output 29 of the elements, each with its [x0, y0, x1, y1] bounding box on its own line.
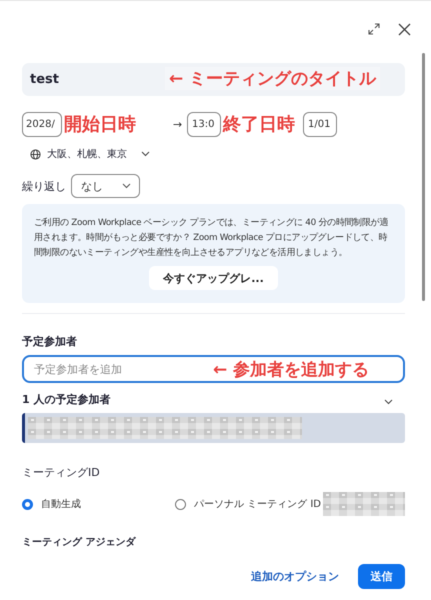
- attendee-count-label: 1 人の予定参加者: [22, 392, 110, 408]
- annotation-label: ← ミーティングのタイトル: [165, 67, 380, 90]
- radio-label[interactable]: パーソナル ミーティング ID: [194, 497, 321, 511]
- start-date-field[interactable]: 2028/: [22, 112, 62, 137]
- timezone-dropdown[interactable]: 大阪、札幌、東京: [47, 147, 135, 161]
- annotation-label: 開始日時: [64, 113, 137, 137]
- plan-notice-text: ご利用の Zoom Workplace ベーシック プランでは、ミーティングに 40 分の時間制限が適用されます。時間がもっと必要ですか？ Zoom Workplace プロにアップグレードして、時間制限のないミーティングや生産性を向上させるアプリなどを活用しましょう。: [34, 216, 389, 260]
- chevron-down-icon[interactable]: [384, 399, 393, 405]
- chevron-down-icon: [122, 183, 131, 189]
- section-label: ミーティングID: [22, 465, 101, 481]
- repeat-label: 繰り返し: [22, 178, 66, 194]
- chevron-down-icon[interactable]: [141, 151, 150, 157]
- additional-options-link[interactable]: 追加のオプション: [251, 569, 339, 584]
- send-button[interactable]: 送信: [358, 564, 405, 589]
- close-icon[interactable]: [398, 22, 411, 36]
- end-date-field[interactable]: 1/01: [303, 112, 337, 137]
- upgrade-button[interactable]: 今すぐアップグレ...: [149, 266, 278, 290]
- radio-label[interactable]: 自動生成: [41, 497, 81, 511]
- section-label: ミーティング アジェンダ: [22, 537, 136, 548]
- arrow-text: →: [172, 118, 184, 131]
- radio-button[interactable]: [22, 498, 33, 510]
- globe-icon: [30, 148, 41, 160]
- end-time-field[interactable]: 13:0: [187, 112, 221, 137]
- radio-button[interactable]: [174, 498, 186, 510]
- expand-icon[interactable]: [368, 23, 380, 35]
- section-label: 予定参加者: [22, 334, 78, 350]
- annotation-label: 終了日時: [223, 113, 296, 137]
- repeat-dropdown[interactable]: なし: [71, 174, 140, 198]
- scrollbar[interactable]: [422, 53, 425, 301]
